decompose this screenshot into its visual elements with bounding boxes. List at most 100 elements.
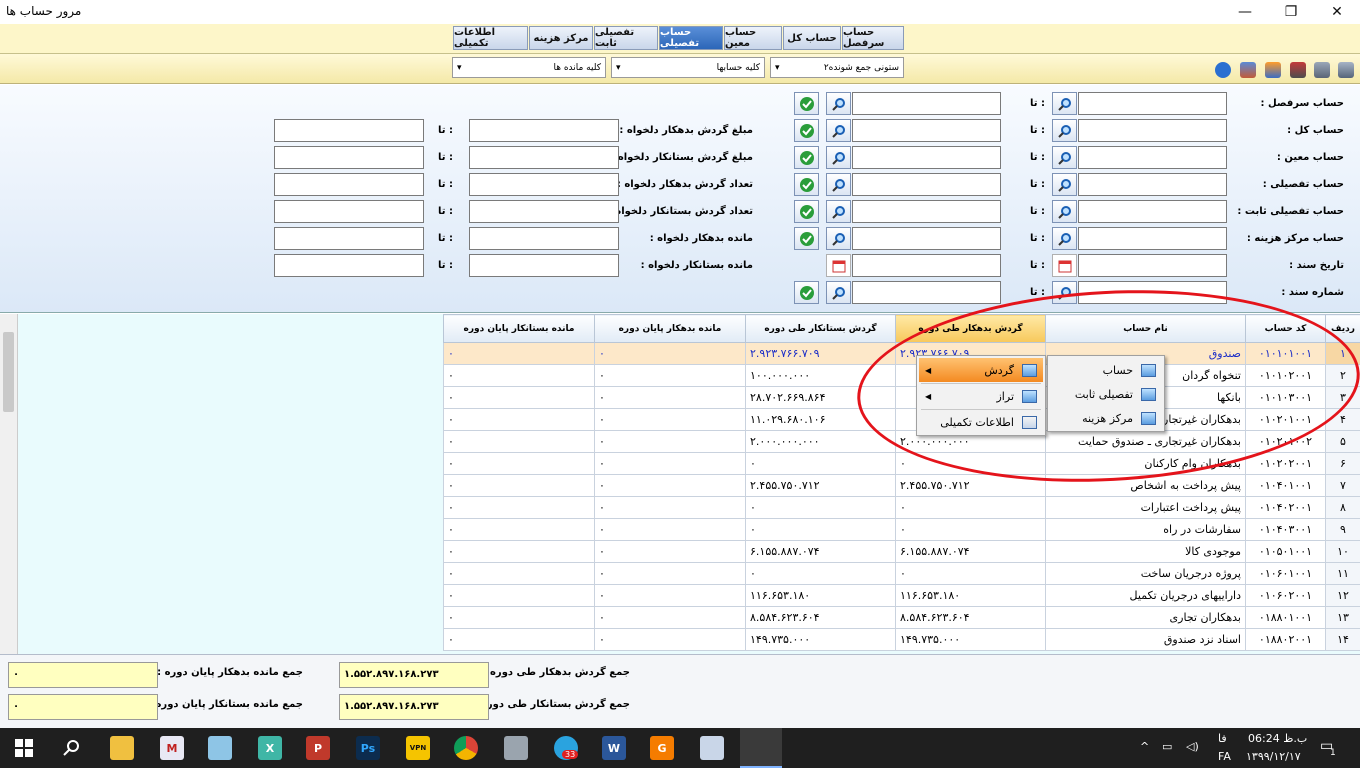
row-number[interactable]: ۷ [1325, 474, 1360, 497]
app-x-icon[interactable]: X [258, 736, 282, 760]
chrome-icon[interactable] [454, 736, 478, 760]
credit-value[interactable]: ۲۸.۷۰۲.۶۶۹.۸۶۴ [745, 386, 896, 409]
search-icon[interactable] [826, 173, 851, 196]
table-row[interactable]: ۱۳ ۰۱۸۸۰۱۰۰۱ بدهکاران تجاری ۸.۵۸۴.۶۲۳.۶۰۴ ۸.… [443, 606, 1360, 629]
clock-date[interactable]: ۱۳۹۹/۱۲/۱۷ [1246, 750, 1301, 763]
end-credit-value[interactable]: ۰ [443, 408, 595, 431]
filter-to-input[interactable] [852, 227, 1001, 250]
search-icon[interactable] [826, 119, 851, 142]
credit-value[interactable]: ۶.۱۵۵.۸۸۷.۰۷۴ [745, 540, 896, 563]
credit-value[interactable]: ۱۰۰.۰۰۰.۰۰۰ [745, 364, 896, 387]
debit-value[interactable]: ۰ [895, 452, 1046, 475]
col-header-code[interactable]: کد حساب [1245, 314, 1326, 343]
amount-to-input[interactable] [274, 227, 424, 250]
table-row[interactable]: ۴ ۰۱۰۲۰۱۰۰۱ بدهکاران غیرتجاری ۱۱.۰۲۹.۶۸۰.۱۰… [443, 408, 1360, 431]
end-credit-value[interactable]: ۰ [443, 628, 595, 651]
clear-filter-icon[interactable] [1290, 62, 1306, 78]
checkmark-icon[interactable] [794, 200, 819, 223]
end-debit-value[interactable]: ۰ [594, 540, 746, 563]
search-icon[interactable] [1052, 119, 1077, 142]
col-header-name[interactable]: نام حساب [1045, 314, 1246, 343]
end-debit-value[interactable]: ۰ [594, 408, 746, 431]
account-name[interactable]: بدهکاران غیرتجاری ـ صندوق حمایت [1045, 430, 1246, 453]
search-icon[interactable] [826, 227, 851, 250]
tab-tafsili-sabet[interactable]: تفصیلی ثابت [594, 26, 658, 50]
account-code[interactable]: ۰۱۰۴۰۲۰۰۱ [1245, 496, 1326, 519]
table-row[interactable]: ۹ ۰۱۰۴۰۳۰۰۱ سفارشات در راه ۰ ۰ ۰ ۰ [443, 518, 1360, 541]
search-icon[interactable] [1052, 173, 1077, 196]
debit-value[interactable]: ۱۴۹.۷۳۵.۰۰۰ [895, 628, 1046, 651]
filter-to-input[interactable] [852, 254, 1001, 277]
end-debit-value[interactable]: ۰ [594, 518, 746, 541]
debit-value[interactable]: ۶.۱۵۵.۸۸۷.۰۷۴ [895, 540, 1046, 563]
amount-to-input[interactable] [274, 173, 424, 196]
end-debit-value[interactable]: ۰ [594, 364, 746, 387]
account-code[interactable]: ۰۱۰۱۰۳۰۰۱ [1245, 386, 1326, 409]
end-credit-value[interactable]: ۰ [443, 606, 595, 629]
table-row[interactable]: ۵ ۰۱۰۲۰۱۰۰۲ بدهکاران غیرتجاری ـ صندوق حمای… [443, 430, 1360, 453]
volume-icon[interactable]: ◁) [1186, 740, 1199, 753]
paint-icon[interactable] [700, 736, 724, 760]
calendar-icon[interactable] [1052, 254, 1077, 277]
row-number[interactable]: ۴ [1325, 408, 1360, 431]
menu-item-extra-info[interactable]: اطلاعات تکمیلی [919, 410, 1043, 434]
search-icon[interactable] [826, 200, 851, 223]
filter-from-input[interactable] [1078, 173, 1227, 196]
account-code[interactable]: ۰۱۰۲۰۲۰۰۱ [1245, 452, 1326, 475]
menu-item-taraz[interactable]: تراز ◀ [919, 384, 1043, 408]
end-debit-value[interactable]: ۰ [594, 606, 746, 629]
row-number[interactable]: ۶ [1325, 452, 1360, 475]
amount-to-input[interactable] [274, 146, 424, 169]
end-credit-value[interactable]: ۰ [443, 474, 595, 497]
tab-extra-info[interactable]: اطلاعات تکمیلی [453, 26, 528, 50]
debit-value[interactable]: ۱۱۶.۶۵۳.۱۸۰ [895, 584, 1046, 607]
account-name[interactable]: موجودی کالا [1045, 540, 1246, 563]
checkmark-icon[interactable] [794, 227, 819, 250]
tray-chevron-icon[interactable]: ^ [1140, 740, 1149, 753]
language-indicator[interactable]: فا [1218, 732, 1227, 745]
end-credit-value[interactable]: ۰ [443, 584, 595, 607]
debit-value[interactable]: ۰ [895, 518, 1046, 541]
account-code[interactable]: ۰۱۸۸۰۱۰۰۱ [1245, 606, 1326, 629]
search-icon[interactable] [826, 92, 851, 115]
table-row[interactable]: ۱۲ ۰۱۰۶۰۲۰۰۱ داراییهای درجریان تکمیل ۱۱۶.۶۵… [443, 584, 1360, 607]
filter-to-input[interactable] [852, 281, 1001, 304]
end-debit-value[interactable]: ۰ [594, 562, 746, 585]
row-number[interactable]: ۳ [1325, 386, 1360, 409]
file-explorer-icon[interactable] [110, 736, 134, 760]
account-name[interactable]: بدهکاران وام کارکنان [1045, 452, 1246, 475]
account-code[interactable]: ۰۱۰۴۰۱۰۰۱ [1245, 474, 1326, 497]
submenu-item-account[interactable]: حساب [1050, 358, 1162, 382]
debit-value[interactable]: ۰ [895, 562, 1046, 585]
account-code[interactable]: ۰۱۰۶۰۲۰۰۱ [1245, 584, 1326, 607]
account-name[interactable]: داراییهای درجریان تکمیل [1045, 584, 1246, 607]
end-credit-value[interactable]: ۰ [443, 430, 595, 453]
end-credit-value[interactable]: ۰ [443, 342, 595, 365]
checkmark-icon[interactable] [794, 92, 819, 115]
filter-icon[interactable] [1314, 62, 1330, 78]
end-credit-value[interactable]: ۰ [443, 540, 595, 563]
vertical-scrollbar[interactable] [0, 314, 18, 654]
search-icon[interactable] [1052, 146, 1077, 169]
end-debit-value[interactable]: ۰ [594, 386, 746, 409]
tab-tafsili[interactable]: حساب تفصیلی [659, 26, 723, 50]
credit-value[interactable]: ۸.۵۸۴.۶۲۳.۶۰۴ [745, 606, 896, 629]
minimize-button[interactable]: — [1222, 0, 1268, 24]
account-code[interactable]: ۰۱۰۶۰۱۰۰۱ [1245, 562, 1326, 585]
account-code[interactable]: ۰۱۰۱۰۱۰۰۱ [1245, 342, 1326, 365]
row-number[interactable]: ۱۴ [1325, 628, 1360, 651]
credit-value[interactable]: ۲.۹۲۳.۷۶۶.۷۰۹ [745, 342, 896, 365]
row-number[interactable]: ۱۰ [1325, 540, 1360, 563]
filter-from-input[interactable] [1078, 119, 1227, 142]
col-header-debit[interactable]: گردش بدهکار طی دوره [895, 314, 1046, 343]
end-credit-value[interactable]: ۰ [443, 518, 595, 541]
account-name[interactable]: بدهکاران تجاری [1045, 606, 1246, 629]
row-number[interactable]: ۱ [1325, 342, 1360, 365]
close-button[interactable]: ✕ [1314, 0, 1360, 24]
row-number[interactable]: ۹ [1325, 518, 1360, 541]
word-icon[interactable]: W [602, 736, 626, 760]
search-icon[interactable] [1052, 200, 1077, 223]
accounting-app-icon[interactable] [740, 728, 782, 768]
filter-to-input[interactable] [852, 146, 1001, 169]
filter-from-input[interactable] [1078, 146, 1227, 169]
